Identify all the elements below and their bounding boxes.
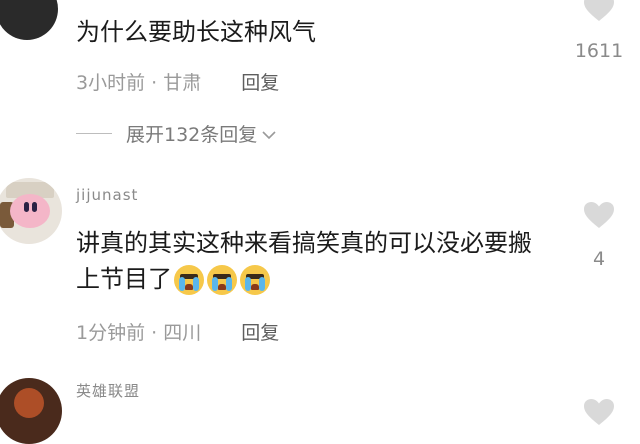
reply-button[interactable]: 回复	[241, 72, 279, 94]
comment-meta: 1分钟前 · 四川 回复	[76, 318, 279, 345]
heart-icon[interactable]	[583, 398, 615, 426]
meta-separator: ·	[151, 322, 164, 344]
emoji-group	[174, 265, 273, 295]
avatar[interactable]	[0, 378, 62, 444]
avatar[interactable]	[0, 178, 62, 244]
loudly-crying-face-icon	[240, 265, 270, 295]
reply-button[interactable]: 回复	[241, 322, 279, 344]
username[interactable]: jijunast	[76, 186, 138, 204]
expand-replies-label: 展开132条回复	[126, 124, 258, 146]
loudly-crying-face-icon	[174, 265, 204, 295]
comment-text: 讲真的其实这种来看搞笑真的可以没必要搬上节目了	[76, 225, 546, 297]
comment-text: 为什么要助长这种风气	[76, 18, 316, 46]
divider-line	[76, 133, 112, 134]
comment-location: 四川	[163, 322, 202, 344]
username[interactable]: 英雄联盟	[76, 380, 140, 401]
loudly-crying-face-icon	[207, 265, 237, 295]
comment-time: 1分钟前	[76, 322, 146, 344]
comment-time: 3小时前	[76, 72, 146, 94]
avatar-glow	[14, 388, 44, 418]
comment-text-body: 讲真的其实这种来看搞笑真的可以没必要搬上节目了	[76, 229, 532, 293]
like-count: 4	[592, 248, 606, 270]
avatar[interactable]	[0, 0, 58, 40]
expand-replies-button[interactable]: 展开132条回复	[76, 120, 277, 147]
comment-meta: 3小时前 · 甘肃 回复	[76, 68, 279, 95]
meta-separator: ·	[151, 72, 164, 94]
kirby-figure	[10, 194, 50, 228]
comment-location: 甘肃	[163, 72, 202, 94]
like-count: 1611	[574, 40, 624, 62]
heart-icon[interactable]	[583, 0, 615, 22]
heart-icon[interactable]	[583, 201, 615, 229]
chevron-down-icon	[261, 123, 277, 145]
